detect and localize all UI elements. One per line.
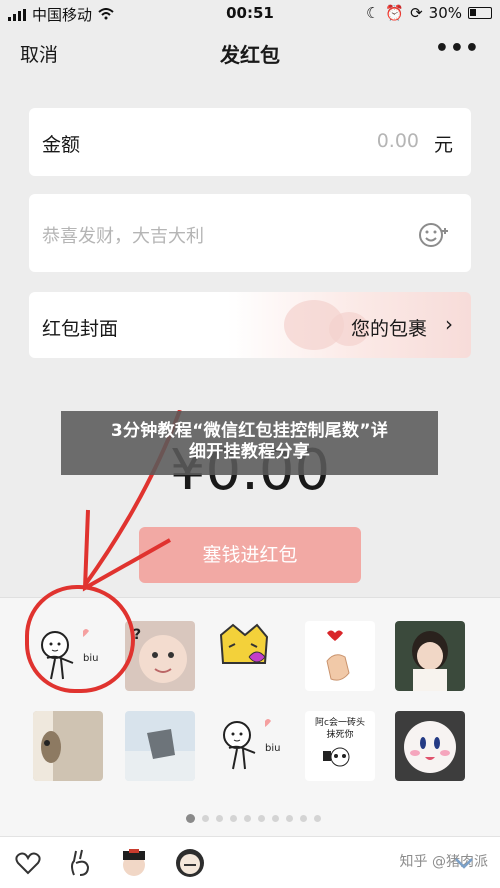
more-button[interactable]: ••• (435, 36, 480, 61)
greeting-field[interactable]: 恭喜发财，大吉大利 (29, 194, 471, 272)
sticker-dog-peek[interactable] (33, 711, 103, 781)
emoji-icon[interactable] (419, 222, 448, 247)
sticker-tab-emperor[interactable] (118, 847, 150, 879)
sticker-yellow-cat[interactable] (215, 621, 285, 691)
amount-field[interactable]: 金额 0.00 元 (29, 108, 471, 176)
pager-dot[interactable] (299, 815, 307, 822)
pager-dot[interactable] (243, 815, 251, 822)
sticker-child-photo[interactable] (395, 621, 465, 691)
sticker-text-panda[interactable]: 阿c会一砖头 抹死你 (305, 711, 375, 781)
cancel-button[interactable]: 取消 (20, 40, 58, 67)
greeting-input[interactable]: 恭喜发财，大吉大利 (42, 222, 204, 248)
cover-value: 您的包裹 (350, 318, 427, 340)
gesture-icon[interactable] (64, 847, 96, 879)
heart-icon[interactable] (12, 847, 44, 879)
svg-text:biu: biu (265, 743, 280, 754)
sticker-finger-heart[interactable] (305, 621, 375, 691)
page-title: 发红包 (220, 43, 280, 67)
pager-dot[interactable] (215, 815, 223, 822)
pager-dot[interactable] (201, 815, 209, 822)
rotation-lock-icon: ⟳ (410, 4, 423, 22)
amount-input[interactable]: 0.00 (377, 130, 419, 152)
sticker-tab-meme[interactable] (174, 847, 206, 879)
overlay-line-2: 细开挂教程分享 (188, 442, 311, 462)
nav-bar: 取消 发红包 ••• (0, 26, 500, 78)
pager-dot[interactable] (313, 815, 321, 822)
annotation-circle (25, 585, 135, 693)
battery-percent: 30% (428, 4, 462, 22)
sticker-landscape[interactable] (125, 711, 195, 781)
pager-dot[interactable] (257, 815, 265, 822)
sticker-text: 阿c会一砖头 抹死你 (315, 718, 365, 740)
amount-unit: 元 (433, 134, 453, 156)
pager-dot[interactable] (185, 814, 195, 823)
sticker-kirby[interactable] (395, 711, 465, 781)
overlay-line-1: 3分钟教程“微信红包挂控制尾数”详 (110, 421, 389, 441)
status-bar: 中国移动 00:51 ☾ ⏰ ⟳ 30% (0, 0, 500, 26)
collapse-icon[interactable] (448, 847, 480, 879)
pager-dot[interactable] (229, 815, 237, 822)
moon-icon: ☾ (365, 4, 380, 22)
amount-label: 金额 (42, 134, 81, 156)
cover-selector[interactable]: 红包封面 您的包裹 › (29, 292, 471, 358)
sticker-baby-face[interactable]: ? (125, 621, 195, 691)
sticker-tab-bar: 知乎 @猪肉派 (0, 836, 500, 888)
pager-dot[interactable] (271, 815, 279, 822)
pager-dots (0, 814, 500, 823)
alarm-icon: ⏰ (385, 4, 405, 22)
sticker-biu-2[interactable]: biu (215, 711, 285, 781)
battery-icon (468, 7, 492, 19)
pager-dot[interactable] (285, 815, 293, 822)
cover-label: 红包封面 (42, 318, 119, 340)
article-title-overlay: 3分钟教程“微信红包挂控制尾数”详 细开挂教程分享 (61, 411, 438, 475)
chevron-right-icon: › (445, 312, 453, 336)
